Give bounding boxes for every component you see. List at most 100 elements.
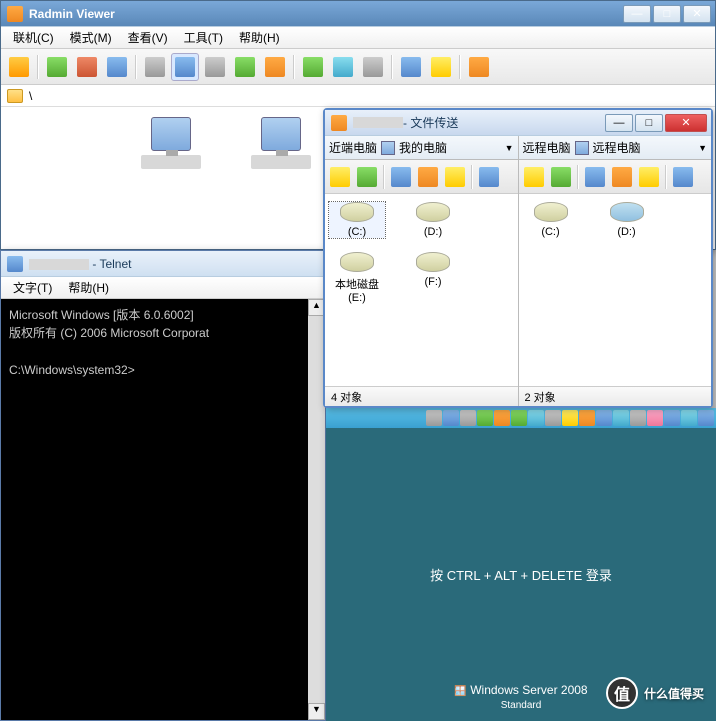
menu-text[interactable]: 文字(T): [5, 277, 60, 298]
rd-btn-icon[interactable]: [613, 410, 629, 426]
maximize-button[interactable]: □: [653, 5, 681, 23]
rd-btn-icon[interactable]: [647, 410, 663, 426]
host-item[interactable]: [251, 117, 311, 169]
disk-icon: [416, 202, 450, 222]
telnet-app-icon: [7, 256, 23, 272]
ft-titlebar[interactable]: - 文件传送 — □ ✕: [325, 110, 711, 136]
remote-toolbar: [519, 160, 712, 194]
computer-icon: [381, 141, 395, 155]
menu-mode[interactable]: 模式(M): [62, 27, 120, 48]
rd-btn-icon[interactable]: [698, 410, 714, 426]
rd-btn-icon[interactable]: [596, 410, 612, 426]
maximize-button[interactable]: □: [635, 114, 663, 132]
rd-btn-icon[interactable]: [664, 410, 680, 426]
drive-c[interactable]: (C:): [523, 202, 579, 238]
copy-icon[interactable]: [388, 164, 414, 190]
pc-icon: [151, 117, 191, 151]
local-status: 4 对象: [325, 386, 518, 406]
close-button[interactable]: ✕: [683, 5, 711, 23]
rd-btn-icon[interactable]: [477, 410, 493, 426]
disk-icon: [534, 202, 568, 222]
telnet-window: - Telnet 文字(T) 帮助(H) Microsoft Windows […: [0, 250, 326, 721]
local-header[interactable]: 近端电脑 我的电脑 ▼: [325, 136, 518, 160]
close-button[interactable]: ✕: [665, 114, 707, 132]
new-folder-icon[interactable]: [442, 164, 468, 190]
rd-btn-icon[interactable]: [579, 410, 595, 426]
rd-btn-icon[interactable]: [426, 410, 442, 426]
message-icon[interactable]: [359, 53, 387, 81]
minimize-button[interactable]: —: [605, 114, 633, 132]
host-item[interactable]: [141, 117, 201, 169]
cd-icon: [610, 202, 644, 222]
radmin-menubar: 联机(C) 模式(M) 查看(V) 工具(T) 帮助(H): [1, 27, 715, 49]
watermark: 值 什么值得买: [606, 677, 704, 709]
rd-btn-icon[interactable]: [443, 410, 459, 426]
new-folder-icon[interactable]: [103, 53, 131, 81]
scan-icon[interactable]: [427, 53, 455, 81]
new-folder-icon[interactable]: [636, 164, 662, 190]
drive-f[interactable]: (F:): [405, 252, 461, 304]
pc-icon: [261, 117, 301, 151]
options-icon[interactable]: [465, 53, 493, 81]
remote-header[interactable]: 远程电脑 远程电脑 ▼: [519, 136, 712, 160]
full-control-icon[interactable]: [141, 53, 169, 81]
telnet-icon[interactable]: [201, 53, 229, 81]
remote-toolbar: [326, 408, 716, 428]
drive-d[interactable]: (D:): [599, 202, 655, 238]
file-transfer-icon[interactable]: [231, 53, 259, 81]
watermark-icon: 值: [606, 677, 638, 709]
rd-btn-icon[interactable]: [494, 410, 510, 426]
rd-btn-icon[interactable]: [681, 410, 697, 426]
voice-icon[interactable]: [329, 53, 357, 81]
computer-icon: [575, 141, 589, 155]
menu-view[interactable]: 查看(V): [120, 27, 176, 48]
rd-btn-icon[interactable]: [630, 410, 646, 426]
radmin-path-bar: \: [1, 85, 715, 107]
menu-help[interactable]: 帮助(H): [231, 27, 288, 48]
connect-icon[interactable]: [5, 53, 33, 81]
shutdown-icon[interactable]: [261, 53, 289, 81]
terminal-output[interactable]: Microsoft Windows [版本 6.0.6002] 版权所有 (C)…: [1, 299, 325, 720]
up-folder-icon[interactable]: [327, 164, 353, 190]
rd-btn-icon[interactable]: [545, 410, 561, 426]
radmin-app-icon: [7, 6, 23, 22]
drive-e[interactable]: 本地磁盘 (E:): [329, 252, 385, 304]
delete-icon[interactable]: [415, 164, 441, 190]
radmin-titlebar[interactable]: Radmin Viewer — □ ✕: [1, 1, 715, 27]
view-only-icon[interactable]: [171, 53, 199, 81]
local-drives: (C:) (D:) 本地磁盘 (E:) (F:): [325, 194, 518, 386]
refresh-icon[interactable]: [354, 164, 380, 190]
drive-d[interactable]: (D:): [405, 202, 461, 238]
view-list-icon[interactable]: [397, 53, 425, 81]
delete-icon[interactable]: [609, 164, 635, 190]
menu-connect[interactable]: 联机(C): [5, 27, 62, 48]
minimize-button[interactable]: —: [623, 5, 651, 23]
rd-btn-icon[interactable]: [562, 410, 578, 426]
drive-c[interactable]: (C:): [329, 202, 385, 238]
ft-app-icon: [331, 115, 347, 131]
view-icon[interactable]: [476, 164, 502, 190]
add-pc-icon[interactable]: [43, 53, 71, 81]
menu-help[interactable]: 帮助(H): [60, 277, 117, 298]
dropdown-icon[interactable]: ▼: [505, 143, 514, 153]
chat-icon[interactable]: [299, 53, 327, 81]
telnet-titlebar[interactable]: - Telnet: [1, 251, 325, 277]
up-folder-icon[interactable]: [521, 164, 547, 190]
local-toolbar: [325, 160, 518, 194]
menu-tools[interactable]: 工具(T): [176, 27, 231, 48]
disk-icon: [416, 252, 450, 272]
path-text: \: [29, 89, 32, 103]
local-pane: 近端电脑 我的电脑 ▼ (C:) (D:) 本地磁盘 (E:) (F:): [325, 136, 519, 406]
rd-btn-icon[interactable]: [511, 410, 527, 426]
radmin-toolbar: [1, 49, 715, 85]
rd-btn-icon[interactable]: [460, 410, 476, 426]
login-prompt: 按 CTRL + ALT + DELETE 登录: [430, 565, 612, 584]
remove-pc-icon[interactable]: [73, 53, 101, 81]
rd-btn-icon[interactable]: [528, 410, 544, 426]
dropdown-icon[interactable]: ▼: [698, 143, 707, 153]
refresh-icon[interactable]: [548, 164, 574, 190]
disk-icon: [340, 252, 374, 272]
copy-icon[interactable]: [582, 164, 608, 190]
view-icon[interactable]: [670, 164, 696, 190]
remote-pane: 远程电脑 远程电脑 ▼ (C:) (D:) 2 对象: [519, 136, 712, 406]
